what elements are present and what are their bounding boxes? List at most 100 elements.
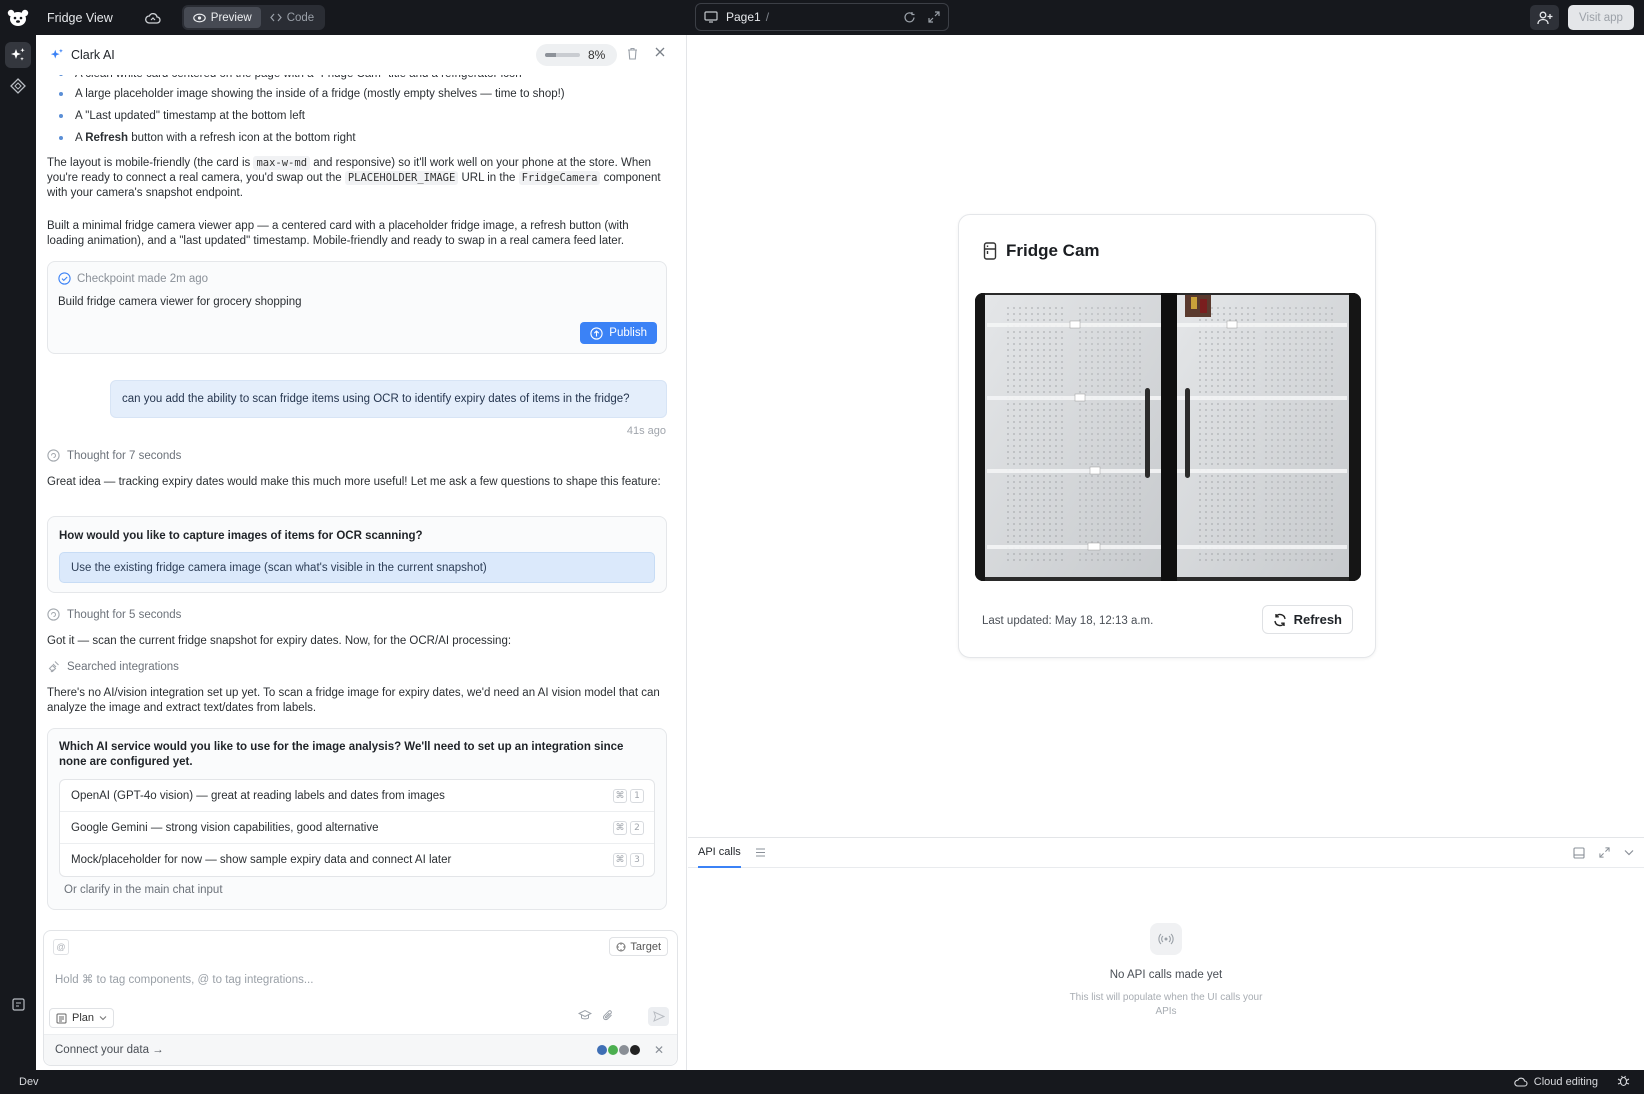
refresh-button[interactable]: Refresh [1261,605,1353,634]
eye-icon [192,13,206,22]
reload-icon[interactable] [903,11,916,24]
thought-indicator[interactable]: Thought for 7 seconds [47,449,181,462]
refresh-icon [1273,613,1286,626]
close-icon[interactable] [654,46,666,61]
add-user-icon [1536,11,1552,24]
component-diamond-icon [10,78,26,94]
api-calls-panel: API calls No API calls made yet This lis… [688,837,1644,1070]
shortcut-hint: ⌘ 2 [613,821,644,835]
check-circle-icon [58,272,71,285]
expand-icon[interactable] [928,11,940,23]
selected-option[interactable]: Use the existing fridge camera image (sc… [59,552,655,583]
env-mode[interactable]: Dev [19,1076,39,1088]
option-label: Mock/placeholder for now — show sample e… [71,854,452,866]
inline-code: max-w-md [253,156,311,170]
paperclip-icon[interactable] [602,1009,614,1025]
assistant-paragraph: The layout is mobile-friendly (the card … [47,156,667,201]
clarify-hint: Or clarify in the main chat input [64,884,223,896]
chat-composer: @ Target Hold ⌘ to tag components, @ to … [43,930,678,1066]
brain-icon [47,608,60,621]
thought-indicator[interactable]: Thought for 5 seconds [47,608,181,621]
last-updated-text: Last updated: May 18, 12:13 a.m. [982,615,1154,627]
fridge-cam-card: Fridge Cam Last updated: May 18, 12:13 a… [958,214,1376,658]
integration-icons [597,1045,640,1055]
plug-icon [48,661,59,673]
chat-title: Clark AI [71,48,115,62]
connect-data-link[interactable]: Connect your data → [55,1044,164,1056]
tab-preview-label: Preview [210,11,252,24]
list-item-text: A large placeholder image showing the in… [75,88,565,100]
text-run-bold: Refresh [85,132,129,144]
app-title[interactable]: Fridge View [47,11,113,25]
tab-preview[interactable]: Preview [183,7,261,28]
assistant-paragraph: There's no AI/vision integration set up … [47,687,660,714]
usage-indicator[interactable]: 8% [536,44,617,66]
text-run: URL in the [458,172,519,184]
upload-circle-icon [590,326,603,340]
num-key: 1 [630,789,644,803]
chevron-down-icon[interactable] [1624,849,1634,856]
assistant-paragraph: Great idea — tracking expiry dates would… [47,476,661,488]
top-bar: Fridge View Preview Code Page1 / Visit a… [0,0,1644,35]
refresh-label: Refresh [1293,612,1342,627]
publish-label: Publish [609,327,647,339]
cloud-status-label: Cloud editing [1533,1076,1598,1088]
option-mock[interactable]: Mock/placeholder for now — show sample e… [60,844,654,876]
cloud-icon [1514,1077,1528,1087]
close-icon[interactable]: ✕ [654,1043,664,1057]
list-item: A "Last updated" timestamp at the bottom… [59,110,305,122]
question-card: Which AI service would you like to use f… [47,728,667,910]
app-preview: Fridge Cam Last updated: May 18, 12:13 a… [688,35,1644,837]
code-icon [269,13,282,22]
list-item: A Refresh button with a refresh icon at … [59,132,356,144]
message-input[interactable]: Hold ⌘ to tag components, @ to tag integ… [55,972,313,986]
plan-dropdown[interactable]: Plan [49,1008,115,1028]
tool-indicator[interactable]: Searched integrations [47,660,179,673]
cloud-sync-icon[interactable] [144,10,161,26]
visit-app-button[interactable]: Visit app [1568,5,1634,30]
maximize-icon[interactable] [1599,847,1610,858]
usage-bar-fill [545,53,557,57]
shortcut-hint: ⌘ 1 [613,789,644,803]
checkpoint-card: Checkpoint made 2m ago Build fridge came… [47,261,667,354]
connect-data-bar[interactable]: Connect your data → ✕ [44,1034,677,1065]
target-button[interactable]: Target [609,937,668,956]
option-openai[interactable]: OpenAI (GPT-4o vision) — great at readin… [60,780,654,812]
bug-icon[interactable] [1617,1074,1630,1090]
tab-api-calls[interactable]: API calls [698,838,741,868]
graduation-cap-icon[interactable] [577,1009,593,1024]
option-gemini[interactable]: Google Gemini — strong vision capabiliti… [60,812,654,844]
empty-state-subtitle: This list will populate when the UI call… [1069,992,1263,1017]
tab-code[interactable]: Code [261,7,324,28]
publish-button[interactable]: Publish [580,322,657,344]
cmd-key: ⌘ [613,789,627,803]
bear-logo-icon[interactable] [0,0,36,35]
refrigerator-icon [983,242,997,260]
sparkle-icon [50,48,64,62]
chevron-down-icon [99,1016,107,1021]
components-button[interactable] [5,73,31,99]
ai-assistant-button[interactable] [5,42,31,68]
usage-bar [545,53,580,57]
checkpoint-label: Checkpoint made 2m ago [77,272,209,285]
cloud-status[interactable]: Cloud editing [1514,1076,1598,1088]
dock-panel-icon[interactable] [1573,846,1585,859]
invite-user-button[interactable] [1530,5,1559,30]
target-icon [616,942,626,951]
mention-button[interactable]: @ [53,939,69,955]
broadcast-icon [1150,923,1182,955]
question-title: How would you like to capture images of … [59,530,423,542]
checkpoint-label-row: Checkpoint made 2m ago [58,272,208,285]
panel-toggle-button[interactable] [5,991,31,1017]
shortcut-hint: ⌘ 3 [613,853,644,867]
url-bar[interactable]: Page1 / [695,3,949,31]
text-run: A [75,132,86,144]
option-list: OpenAI (GPT-4o vision) — great at readin… [59,779,655,877]
menu-icon[interactable] [755,846,766,860]
num-key: 2 [630,821,644,835]
tab-label: API calls [698,845,741,858]
target-label: Target [630,940,661,953]
trash-icon[interactable] [627,47,638,63]
send-button[interactable] [648,1007,669,1026]
cmd-key: ⌘ [613,853,627,867]
